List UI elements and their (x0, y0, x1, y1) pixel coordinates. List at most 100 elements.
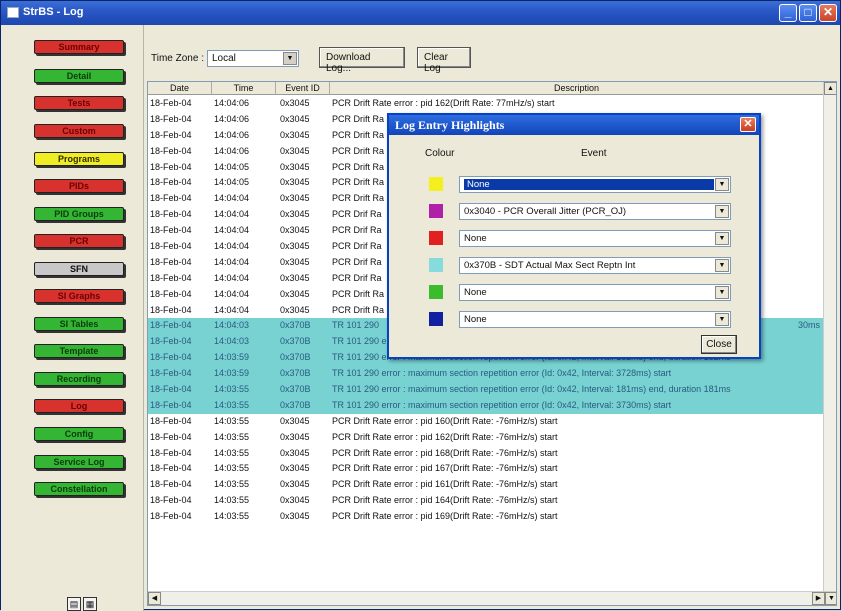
minimize-button[interactable]: _ (779, 4, 797, 22)
event-select[interactable]: None ▼ (459, 311, 731, 328)
sidebar-item-si-graphs[interactable]: SI Graphs (34, 289, 124, 303)
table-row[interactable]: 18-Feb-04 14:03:55 0x3045 PCR Drift Rate er… (148, 477, 824, 493)
chevron-down-icon[interactable]: ▼ (283, 52, 297, 65)
cell-date: 18-Feb-04 (150, 225, 192, 236)
event-select[interactable]: None ▼ (459, 230, 731, 247)
sidebar-item-log[interactable]: Log (34, 399, 124, 413)
header-description[interactable]: Description (330, 82, 824, 95)
table-row[interactable]: 18-Feb-04 14:03:55 0x3045 PCR Drift Rate er… (148, 509, 824, 525)
event-select-value: None (464, 233, 487, 244)
chevron-down-icon[interactable]: ▼ (715, 178, 729, 191)
vertical-scrollbar[interactable]: ▲ (823, 82, 836, 591)
cell-date: 18-Feb-04 (150, 384, 192, 395)
table-row[interactable]: 18-Feb-04 14:03:59 0x370B TR 101 290 error … (148, 366, 824, 383)
cell-description: PCR Drift Rate error : pid 162(Drift Rat… (332, 98, 555, 108)
timezone-select[interactable]: Local ▼ (207, 50, 299, 67)
table-row[interactable]: 18-Feb-04 14:03:55 0x370B TR 101 290 error … (148, 382, 824, 398)
chevron-down-icon[interactable]: ▼ (715, 313, 729, 326)
cell-date: 18-Feb-04 (150, 161, 192, 172)
colour-swatch[interactable] (429, 204, 443, 218)
sidebar-item-service-log[interactable]: Service Log (34, 455, 124, 469)
header-date[interactable]: Date (148, 82, 212, 95)
sidebar-item-summary[interactable]: Summary (34, 40, 124, 54)
event-select[interactable]: 0x370B - SDT Actual Max Sect Reptn Int ▼ (459, 257, 731, 274)
header-time[interactable]: Time (212, 82, 276, 95)
download-log-button[interactable]: Download Log... (319, 47, 405, 74)
event-select[interactable]: None ▼ (459, 176, 731, 193)
event-select-value: 0x370B - SDT Actual Max Sect Reptn Int (464, 260, 636, 271)
cell-date: 18-Feb-04 (150, 463, 192, 474)
cell-date: 18-Feb-04 (150, 113, 192, 124)
colour-swatch[interactable] (429, 285, 443, 299)
header-event-id[interactable]: Event ID (276, 82, 330, 95)
close-button[interactable]: ✕ (819, 4, 837, 22)
sidebar-item-constellation[interactable]: Constellation (34, 482, 124, 496)
scroll-left-icon[interactable]: ◀ (148, 592, 161, 605)
cell-event-id: 0x3045 (280, 145, 310, 156)
colour-swatch[interactable] (429, 312, 443, 326)
sidebar-item-programs[interactable]: Programs (34, 152, 124, 166)
sidebar-item-custom[interactable]: Custom (34, 124, 124, 138)
sidebar-item-detail[interactable]: Detail (34, 69, 124, 83)
cell-date: 18-Feb-04 (150, 145, 192, 156)
table-row[interactable]: 18-Feb-04 14:03:55 0x3045 PCR Drift Rate er… (148, 493, 824, 509)
sidebar-item-pids[interactable]: PIDs (34, 179, 124, 193)
sidebar-item-si-tables[interactable]: SI Tables (34, 317, 124, 331)
cell-time: 14:03:55 (214, 511, 250, 522)
scroll-down-icon[interactable]: ▼ (825, 592, 836, 605)
table-row[interactable]: 18-Feb-04 14:04:06 0x3045 PCR Drift Rate er… (148, 96, 824, 112)
maximize-button[interactable]: □ (799, 4, 817, 22)
highlight-entry: 0x3040 - PCR Overall Jitter (PCR_OJ) ▼ (389, 203, 759, 221)
event-select[interactable]: None ▼ (459, 284, 731, 301)
sidebar-item-config[interactable]: Config (34, 427, 124, 441)
colour-swatch[interactable] (429, 177, 443, 191)
cell-event-id: 0x3045 (280, 447, 310, 458)
clear-log-button[interactable]: Clear Log (417, 47, 471, 74)
dialog-close-icon[interactable]: ✕ (740, 117, 756, 132)
highlight-entry: None ▼ (389, 311, 759, 329)
scroll-up-icon[interactable]: ▲ (824, 82, 836, 95)
table-row[interactable]: 18-Feb-04 14:03:55 0x3045 PCR Drift Rate er… (148, 461, 824, 477)
cell-time: 14:04:03 (214, 320, 250, 331)
view-toggle-group: ▤ ▦ (67, 597, 99, 611)
chevron-down-icon[interactable]: ▼ (715, 259, 729, 272)
cell-event-id: 0x370B (280, 352, 311, 363)
sidebar-item-template[interactable]: Template (34, 344, 124, 358)
cell-time: 14:04:04 (214, 193, 250, 204)
colour-swatch[interactable] (429, 258, 443, 272)
chevron-down-icon[interactable]: ▼ (715, 205, 729, 218)
colour-swatch[interactable] (429, 231, 443, 245)
dialog-close-button[interactable]: Close (701, 335, 737, 354)
event-select-value: None (464, 314, 487, 325)
cell-time: 14:04:06 (214, 113, 250, 124)
horizontal-scrollbar[interactable]: ◀ ▶ ▼ (148, 591, 836, 605)
title-bar[interactable]: StrBS - Log _ □ ✕ (1, 1, 840, 25)
cell-event-id: 0x3045 (280, 129, 310, 140)
cell-time: 14:03:55 (214, 447, 250, 458)
grid-view-icon[interactable]: ▦ (83, 597, 97, 611)
cell-time: 14:04:04 (214, 256, 250, 267)
table-row[interactable]: 18-Feb-04 14:03:55 0x3045 PCR Drift Rate er… (148, 414, 824, 430)
chevron-down-icon[interactable]: ▼ (715, 232, 729, 245)
event-select[interactable]: 0x3040 - PCR Overall Jitter (PCR_OJ) ▼ (459, 203, 731, 220)
cell-time: 14:04:06 (214, 145, 250, 156)
timezone-label: Time Zone : (151, 53, 204, 64)
scroll-right-icon[interactable]: ▶ (812, 592, 825, 605)
sidebar-item-pid-groups[interactable]: PID Groups (34, 207, 124, 221)
sidebar-item-pcr[interactable]: PCR (34, 234, 124, 248)
dialog-title-bar[interactable]: Log Entry Highlights ✕ (389, 115, 759, 135)
cell-time: 14:03:55 (214, 399, 250, 410)
cell-event-id: 0x3045 (280, 479, 310, 490)
sidebar-item-sfn[interactable]: SFN (34, 262, 124, 276)
cell-event-id: 0x3045 (280, 463, 310, 474)
table-row[interactable]: 18-Feb-04 14:03:55 0x3045 PCR Drift Rate er… (148, 430, 824, 446)
cell-time: 14:03:55 (214, 384, 250, 395)
table-row[interactable]: 18-Feb-04 14:03:55 0x3045 PCR Drift Rate er… (148, 446, 824, 462)
table-row[interactable]: 18-Feb-04 14:03:55 0x370B TR 101 290 error … (148, 397, 824, 414)
sidebar-item-recording[interactable]: Recording (34, 372, 124, 386)
cell-description: PCR Drift Rate error : pid 168(Drift Rat… (332, 447, 558, 458)
sidebar-item-tests[interactable]: Tests (34, 96, 124, 110)
cell-event-id: 0x3045 (280, 511, 310, 522)
chevron-down-icon[interactable]: ▼ (715, 286, 729, 299)
list-view-icon[interactable]: ▤ (67, 597, 81, 611)
